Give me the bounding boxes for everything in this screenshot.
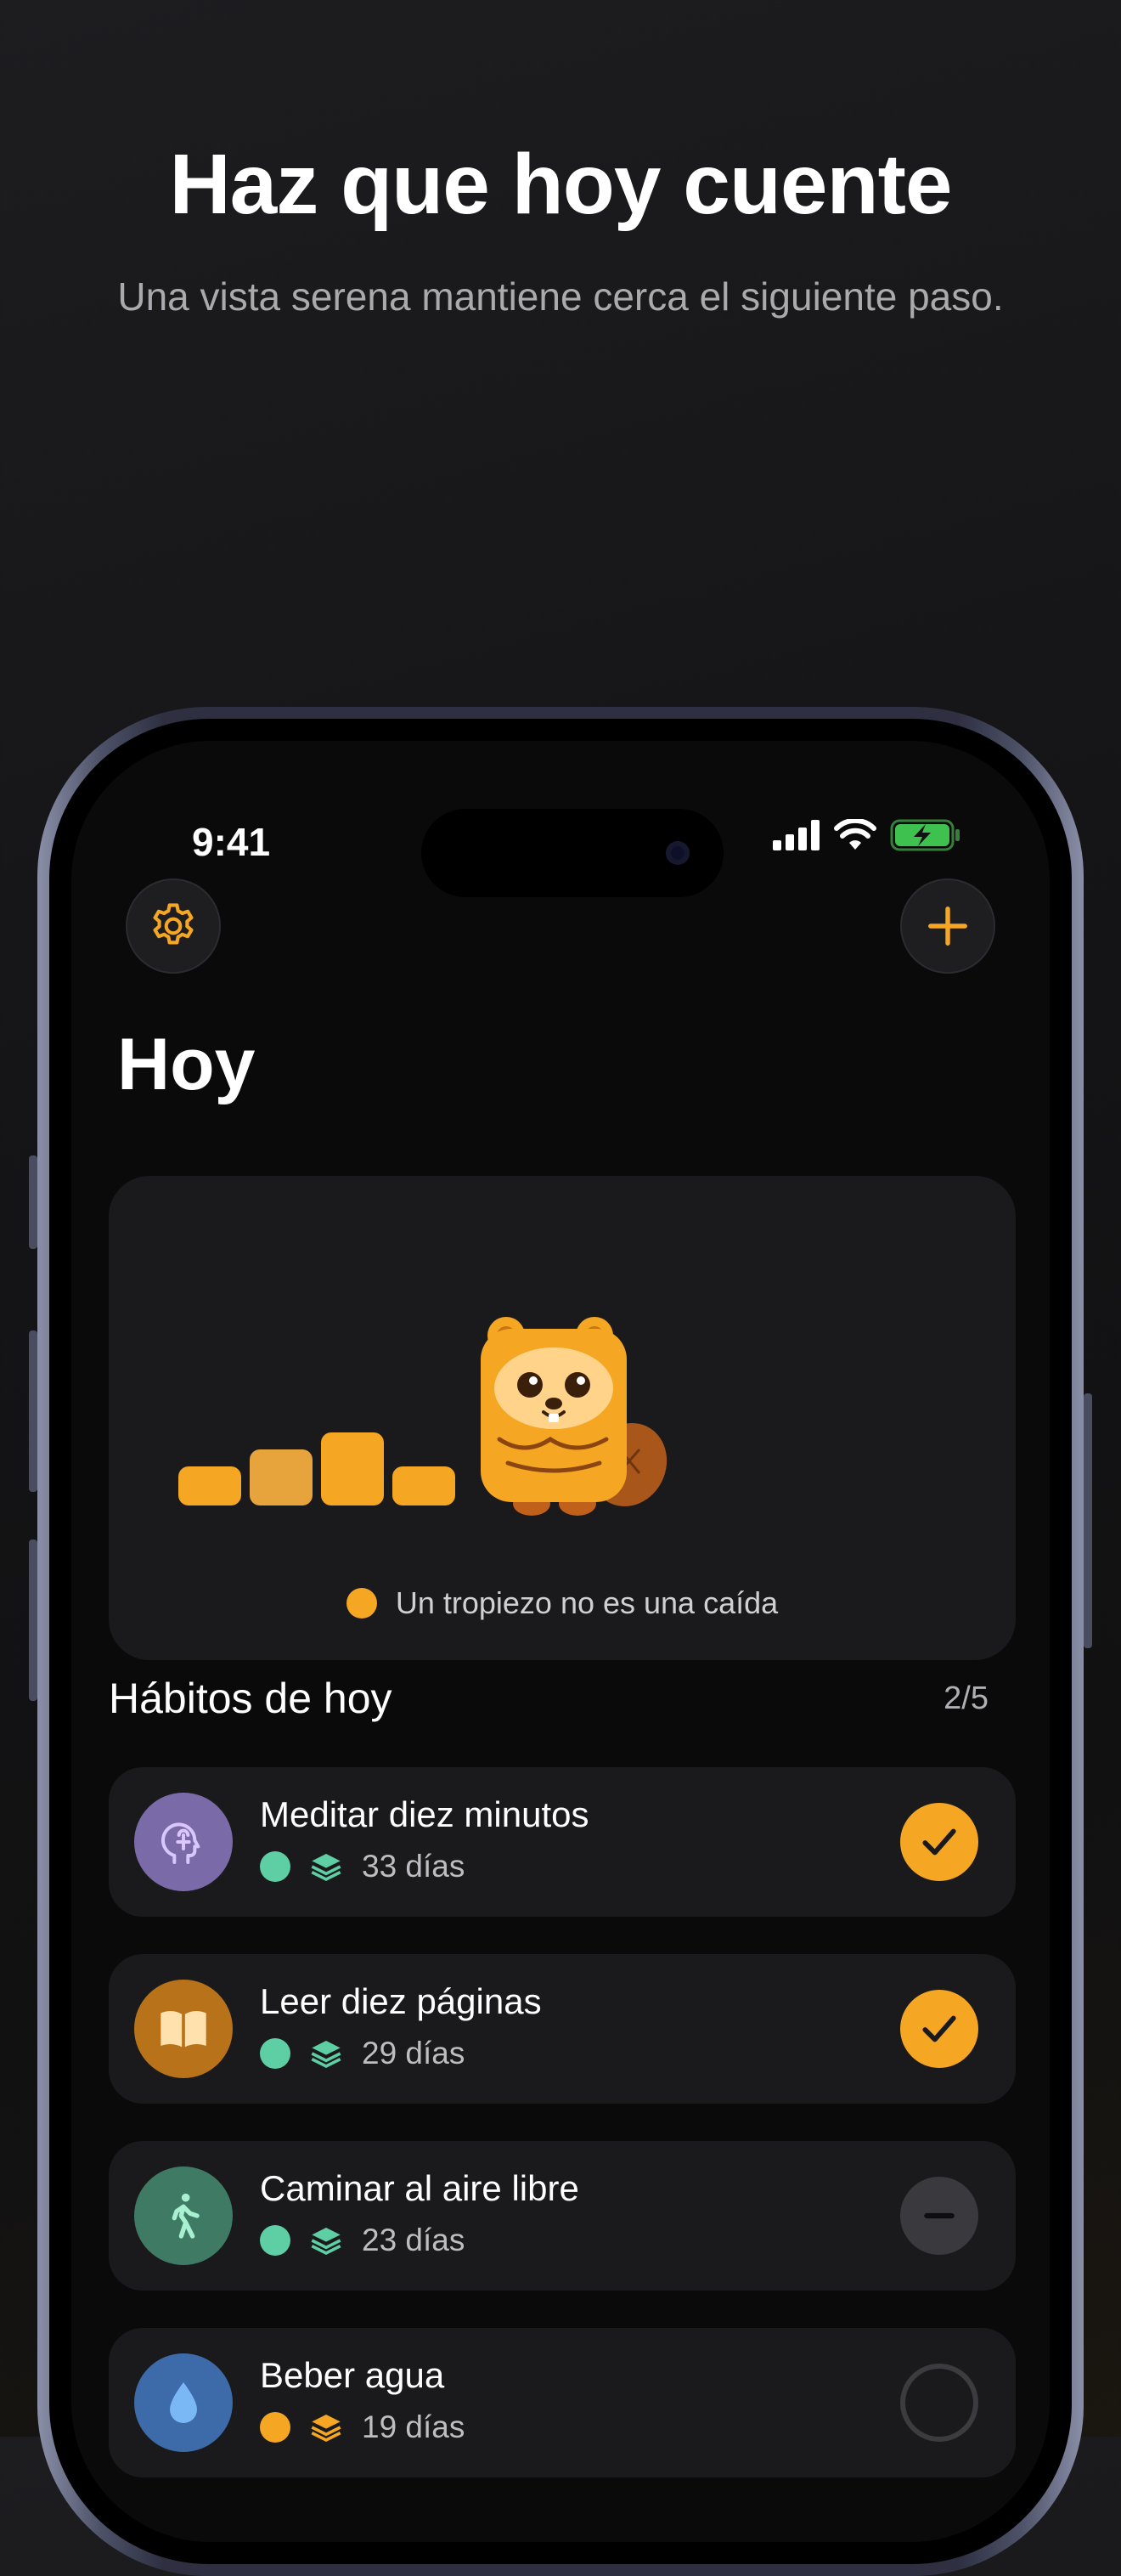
habit-streak: 33 días <box>362 1849 465 1884</box>
promo-headline: Haz que hoy cuente <box>169 137 952 232</box>
water-drop-icon <box>170 2382 197 2423</box>
stack-layers-icon <box>311 2415 341 2443</box>
habit-row[interactable]: Beber agua 19 días <box>109 2328 1016 2477</box>
habit-name: Leer diez páginas <box>260 1981 542 2021</box>
checkmark-icon <box>922 2015 956 2042</box>
stack-layers-icon <box>311 1854 341 1882</box>
habit-name: Beber agua <box>260 2355 445 2395</box>
habit-color-dot <box>260 1851 290 1882</box>
streak-bar <box>178 1466 241 1505</box>
plus-icon <box>928 907 967 946</box>
volume-down-button <box>29 1539 37 1701</box>
habit-icon-badge <box>134 2166 233 2265</box>
promo-subline: Una vista serena mantiene cerca el sigui… <box>117 274 1004 319</box>
wifi-icon <box>834 819 876 850</box>
open-book-icon <box>161 2010 206 2048</box>
add-habit-button[interactable] <box>900 878 995 974</box>
stack-layers-icon <box>311 2228 341 2256</box>
beaver-mascot-icon <box>481 1317 668 1516</box>
habit-color-dot <box>260 2038 290 2069</box>
habit-row[interactable]: Meditar diez minutos 33 días <box>109 1767 1016 1917</box>
streak-bar <box>392 1466 455 1505</box>
streak-bar <box>250 1449 313 1505</box>
habits-section-title: Hábitos de hoy <box>109 1675 392 1722</box>
page-title: Hoy <box>117 1024 256 1105</box>
brain-head-icon <box>161 1822 200 1864</box>
habit-meta: 33 días <box>260 1849 465 1884</box>
habit-streak: 29 días <box>362 2036 465 2070</box>
habit-done-button[interactable] <box>900 1803 978 1881</box>
status-time: 9:41 <box>192 820 271 864</box>
settings-button[interactable] <box>126 878 221 974</box>
habit-icon-badge <box>134 1793 233 1891</box>
signal-icon <box>773 820 820 850</box>
action-button <box>29 1155 37 1249</box>
habit-meta: 29 días <box>260 2036 465 2071</box>
habit-color-dot <box>260 2412 290 2443</box>
volume-up-button <box>29 1330 37 1492</box>
habit-meta: 23 días <box>260 2223 465 2258</box>
checkmark-icon <box>922 1828 956 1856</box>
dynamic-island <box>421 809 724 897</box>
habit-streak: 23 días <box>362 2223 465 2257</box>
habit-color-dot <box>260 2225 290 2256</box>
habit-pending-button[interactable] <box>900 2364 978 2442</box>
habit-icon-badge <box>134 2353 233 2452</box>
habit-row[interactable]: Leer diez páginas 29 días <box>109 1954 1016 2104</box>
gear-icon <box>153 903 194 945</box>
streak-bar <box>321 1432 384 1505</box>
habit-name: Meditar diez minutos <box>260 1794 589 1834</box>
habit-row[interactable]: Caminar al aire libre 23 días <box>109 2141 1016 2291</box>
habit-done-button[interactable] <box>900 1990 978 2068</box>
status-icons <box>773 819 961 851</box>
hero-caption: Un tropiezo no es una caída <box>109 1585 1016 1621</box>
habits-progress-count: 2/5 <box>944 1681 989 1716</box>
front-camera <box>666 841 690 865</box>
habit-skipped-button[interactable] <box>900 2177 978 2255</box>
battery-charging-icon <box>890 819 960 851</box>
phone-screen: 9:41 Hoy Un tropiezo no es una caída Háb… <box>71 741 1050 2542</box>
phone-frame: 9:41 Hoy Un tropiezo no es una caída Háb… <box>37 707 1084 2576</box>
power-button <box>1084 1393 1092 1648</box>
caption-dot-icon <box>346 1588 377 1618</box>
phone-bezel: 9:41 Hoy Un tropiezo no es una caída Háb… <box>49 719 1072 2564</box>
stack-layers-icon <box>311 2041 341 2069</box>
hero-caption-text: Un tropiezo no es una caída <box>395 1585 779 1620</box>
habit-streak: 19 días <box>362 2409 465 2444</box>
habit-icon-badge <box>134 1980 233 2078</box>
walking-person-icon <box>172 2193 200 2239</box>
habit-meta: 19 días <box>260 2409 465 2445</box>
habit-name: Caminar al aire libre <box>260 2168 579 2208</box>
minus-icon <box>924 2212 955 2219</box>
progress-hero-card: Un tropiezo no es una caída <box>109 1176 1016 1660</box>
